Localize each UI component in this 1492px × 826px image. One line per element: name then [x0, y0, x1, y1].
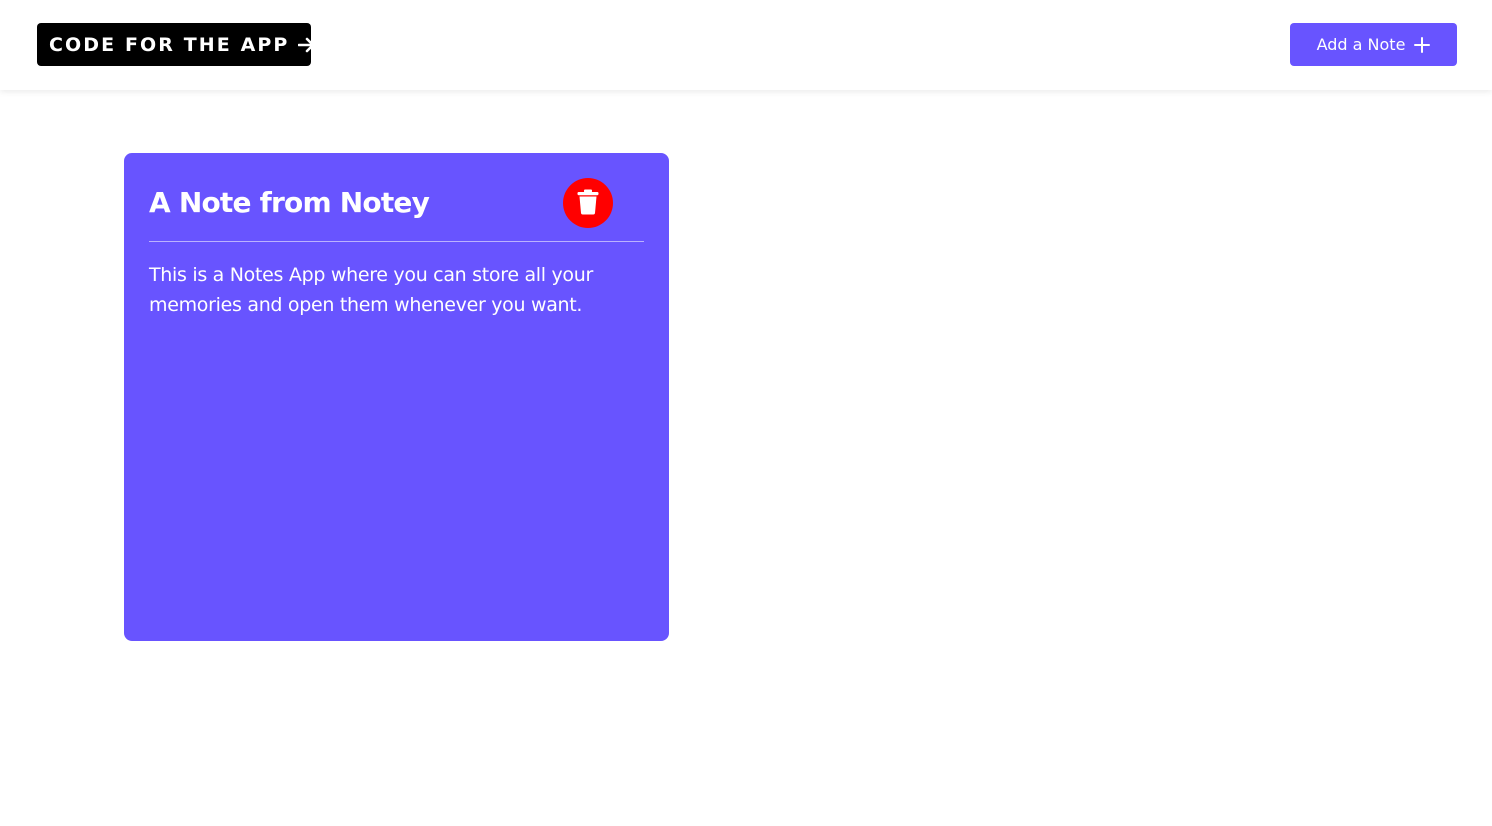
trash-icon — [577, 189, 599, 218]
delete-note-button[interactable] — [563, 178, 613, 228]
add-note-button[interactable]: Add a Note — [1290, 23, 1457, 66]
note-card[interactable]: A Note from Notey This is a Notes App wh… — [124, 153, 669, 641]
code-for-the-app-link[interactable]: CODE FOR THE APP — [37, 23, 315, 66]
code-link-label: CODE FOR THE APP — [49, 33, 290, 56]
add-note-label: Add a Note — [1316, 35, 1406, 54]
note-body: This is a Notes App where you can store … — [149, 264, 594, 316]
arrow-right-icon — [298, 37, 316, 53]
plus-icon — [1414, 36, 1431, 53]
top-bar: CODE FOR THE APP Add a Note — [0, 0, 1492, 90]
note-title: A Note from Notey — [149, 186, 430, 219]
note-divider — [149, 241, 644, 242]
